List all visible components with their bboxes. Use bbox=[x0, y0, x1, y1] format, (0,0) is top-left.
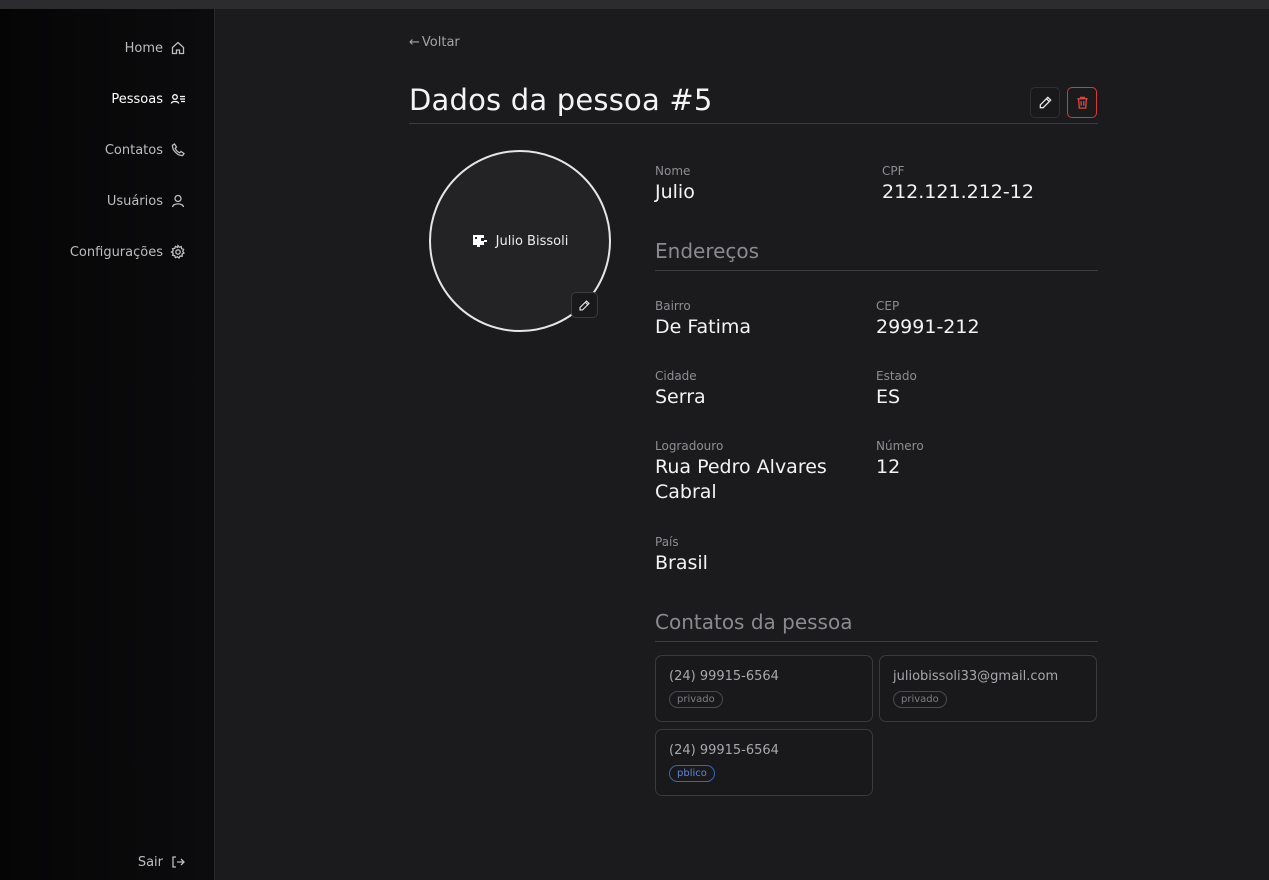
field-label: CPF bbox=[882, 164, 905, 178]
back-link[interactable]: ← Voltar bbox=[409, 35, 460, 50]
sidebar-item-label: Usuários bbox=[106, 193, 163, 209]
field-label: Nome bbox=[655, 164, 691, 178]
main-content: ← Voltar Dados da pessoa #5 Julio Bissol… bbox=[216, 9, 1269, 880]
sidebar-item-label: Pessoas bbox=[111, 91, 163, 107]
field-value: Rua Pedro Alvares Cabral bbox=[655, 456, 827, 503]
people-list-icon bbox=[170, 94, 185, 104]
arrow-left-icon: ← bbox=[409, 35, 420, 50]
field-value: Brasil bbox=[655, 552, 708, 574]
cep-field: CEP 29991-212 bbox=[876, 299, 980, 340]
visibility-badge: pblico bbox=[669, 765, 715, 782]
field-value: Julio bbox=[655, 181, 695, 203]
page-title: Dados da pessoa #5 bbox=[409, 83, 713, 117]
sidebar-item-home[interactable]: Home bbox=[125, 38, 186, 58]
field-value: 29991-212 bbox=[876, 316, 980, 338]
bairro-field: Bairro De Fatima bbox=[655, 299, 751, 340]
field-label: Cidade bbox=[655, 369, 697, 383]
phone-icon bbox=[171, 143, 185, 157]
sidebar-item-usuarios[interactable]: Usuários bbox=[107, 191, 186, 211]
field-label: Bairro bbox=[655, 299, 691, 313]
sidebar-item-label: Configurações bbox=[69, 244, 163, 260]
back-label: Voltar bbox=[421, 35, 460, 50]
edit-person-button[interactable] bbox=[1030, 87, 1060, 118]
contact-card[interactable]: (24) 99915-6564 pblico bbox=[655, 729, 873, 796]
address-divider bbox=[655, 270, 1098, 271]
cpf-field: CPF 212.121.212-12 bbox=[882, 164, 1034, 205]
window-top-bar bbox=[0, 0, 1269, 9]
sidebar-item-label: Contatos bbox=[104, 142, 163, 158]
broken-image-icon bbox=[472, 235, 487, 247]
home-icon bbox=[171, 41, 185, 55]
contact-value: (24) 99915-6564 bbox=[669, 669, 779, 684]
pais-field: País Brasil bbox=[655, 535, 708, 576]
visibility-badge: privado bbox=[893, 691, 947, 708]
edit-avatar-button[interactable] bbox=[571, 292, 598, 318]
title-divider bbox=[409, 123, 1098, 124]
visibility-badge: privado bbox=[669, 691, 723, 708]
contacts-divider bbox=[655, 641, 1098, 642]
logout-button[interactable]: Sair bbox=[138, 852, 186, 872]
contact-value: juliobissoli33@gmail.com bbox=[893, 669, 1059, 684]
contacts-section-title: Contatos da pessoa bbox=[655, 610, 853, 634]
contact-card[interactable]: juliobissoli33@gmail.com privado bbox=[879, 655, 1097, 722]
sidebar-item-contatos[interactable]: Contatos bbox=[105, 140, 186, 160]
field-label: Logradouro bbox=[655, 439, 724, 453]
sidebar-item-configuracoes[interactable]: Configurações bbox=[70, 242, 186, 262]
field-value: Serra bbox=[655, 386, 706, 408]
sidebar-item-pessoas[interactable]: Pessoas bbox=[111, 89, 186, 109]
trash-icon bbox=[1076, 96, 1088, 109]
logout-icon bbox=[172, 856, 185, 868]
field-label: País bbox=[655, 535, 679, 549]
logout-label: Sair bbox=[137, 854, 163, 870]
field-value: 12 bbox=[876, 456, 901, 478]
gear-icon bbox=[170, 244, 186, 259]
field-label: Número bbox=[876, 439, 924, 453]
field-label: Estado bbox=[876, 369, 917, 383]
cidade-field: Cidade Serra bbox=[655, 369, 706, 410]
avatar-alt-text: Julio Bissoli bbox=[495, 233, 569, 249]
numero-field: Número 12 bbox=[876, 439, 924, 480]
nome-field: Nome Julio bbox=[655, 164, 695, 205]
field-value: 212.121.212-12 bbox=[882, 181, 1034, 203]
field-value: De Fatima bbox=[655, 316, 752, 338]
user-icon bbox=[171, 194, 185, 208]
sidebar-item-label: Home bbox=[124, 40, 163, 56]
address-section-title: Endereços bbox=[655, 239, 760, 263]
estado-field: Estado ES bbox=[876, 369, 917, 410]
field-label: CEP bbox=[876, 299, 900, 313]
pencil-icon bbox=[1039, 96, 1052, 109]
field-value: ES bbox=[876, 386, 901, 408]
contact-card[interactable]: (24) 99915-6564 privado bbox=[655, 655, 873, 722]
logradouro-field: Logradouro Rua Pedro Alvares Cabral bbox=[655, 439, 855, 505]
delete-person-button[interactable] bbox=[1067, 87, 1097, 118]
sidebar: Home Pessoas Contatos Usuários Configura… bbox=[0, 9, 215, 880]
pencil-icon bbox=[579, 299, 590, 311]
contact-value: (24) 99915-6564 bbox=[669, 743, 779, 758]
